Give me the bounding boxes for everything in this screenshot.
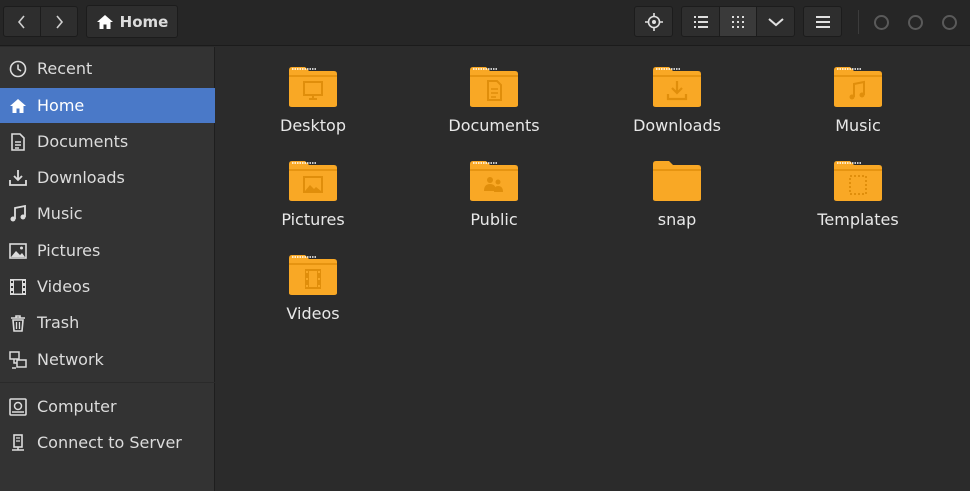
sidebar-item-connect-to-server[interactable]: Connect to Server [0,425,215,460]
trash-icon [9,314,27,332]
home-icon [96,14,113,29]
path-bar-home-button[interactable]: Home [86,5,178,38]
sidebar-item-documents[interactable]: Documents [0,124,215,159]
sidebar-item-home[interactable]: Home [0,88,215,123]
sidebar-item-label: Network [37,350,104,369]
folder-snap[interactable]: snap [602,159,752,247]
sidebar-item-label: Downloads [37,168,125,187]
folder-label: Desktop [280,116,346,135]
sidebar-item-label: Documents [37,132,129,151]
sidebar-item-label: Videos [37,277,91,296]
crosshair-icon [644,12,663,31]
sidebar-item-recent[interactable]: Recent [0,51,215,86]
folder-templates[interactable]: Templates [783,159,933,247]
sidebar-item-trash[interactable]: Trash [0,305,215,340]
folder-label: Downloads [633,116,721,135]
sidebar-item-downloads[interactable]: Downloads [0,160,215,195]
chevron-left-icon [17,14,25,29]
chevron-down-icon [767,17,784,26]
folder-pictures-icon [289,161,337,201]
film-icon [9,278,27,296]
computer-icon [9,397,27,416]
back-button[interactable] [4,7,40,36]
folder-public-icon [470,161,518,201]
folder-label: Templates [817,210,899,229]
folder-templates-icon [834,161,882,201]
folder-downloads[interactable]: Downloads [602,65,752,153]
folder-snap-icon [653,161,701,201]
clock-icon [9,60,27,78]
sidebar-item-label: Trash [37,313,80,332]
list-view-button[interactable] [682,7,719,36]
sidebar-separator [0,382,215,383]
sidebar-item-label: Pictures [37,241,101,260]
sidebar-item-videos[interactable]: Videos [0,269,215,304]
close-window-button[interactable] [942,15,957,30]
folder-public[interactable]: Public [419,159,569,247]
chevron-right-icon [56,14,64,29]
forward-button[interactable] [40,7,77,36]
folder-downloads-icon [653,67,701,107]
maximize-window-button[interactable] [908,15,923,30]
minimize-window-button[interactable] [874,15,889,30]
sidebar-item-pictures[interactable]: Pictures [0,233,215,268]
folder-music[interactable]: Music [783,65,933,153]
folder-label: Public [470,210,518,229]
folder-desktop-icon [289,67,337,107]
folder-music-icon [834,67,882,107]
folder-label: snap [657,210,697,229]
sidebar-item-label: Connect to Server [37,433,182,452]
document-icon [9,132,27,151]
list-view-icon [693,15,708,28]
sidebar-item-music[interactable]: Music [0,196,215,231]
server-icon [9,433,27,452]
header-separator [858,10,859,34]
locate-button[interactable] [634,6,673,37]
main-menu-button[interactable] [803,6,842,37]
download-icon [9,169,27,187]
places-sidebar: Recent Home Documents Downloads Music Pi… [0,47,215,491]
grid-view-button[interactable] [719,7,756,36]
sidebar-item-network[interactable]: Network [0,342,215,377]
folder-pictures[interactable]: Pictures [238,159,388,247]
view-options-button[interactable] [756,7,794,36]
folder-label: Documents [448,116,540,135]
header-bar: Home [0,0,970,46]
sidebar-item-label: Home [37,96,85,115]
file-icon-view[interactable]: Desktop Documents Downloads Music Pictur… [216,47,970,491]
music-icon [9,204,27,223]
folder-documents[interactable]: Documents [419,65,569,153]
path-bar-label: Home [119,12,169,31]
sidebar-item-label: Music [37,204,83,223]
network-icon [9,350,27,369]
folder-label: Pictures [281,210,345,229]
home-icon [9,97,27,115]
folder-videos[interactable]: Videos [238,253,388,341]
folder-label: Music [835,116,881,135]
folder-label: Videos [286,304,340,323]
picture-icon [9,242,27,260]
grid-view-icon [732,15,744,28]
folder-videos-icon [289,255,337,295]
folder-desktop[interactable]: Desktop [238,65,388,153]
view-mode-buttons [681,6,795,37]
sidebar-item-computer[interactable]: Computer [0,389,215,424]
sidebar-item-label: Recent [37,59,93,78]
navigation-buttons [3,6,78,37]
hamburger-menu-icon [815,15,830,28]
sidebar-item-label: Computer [37,397,117,416]
folder-documents-icon [470,67,518,107]
